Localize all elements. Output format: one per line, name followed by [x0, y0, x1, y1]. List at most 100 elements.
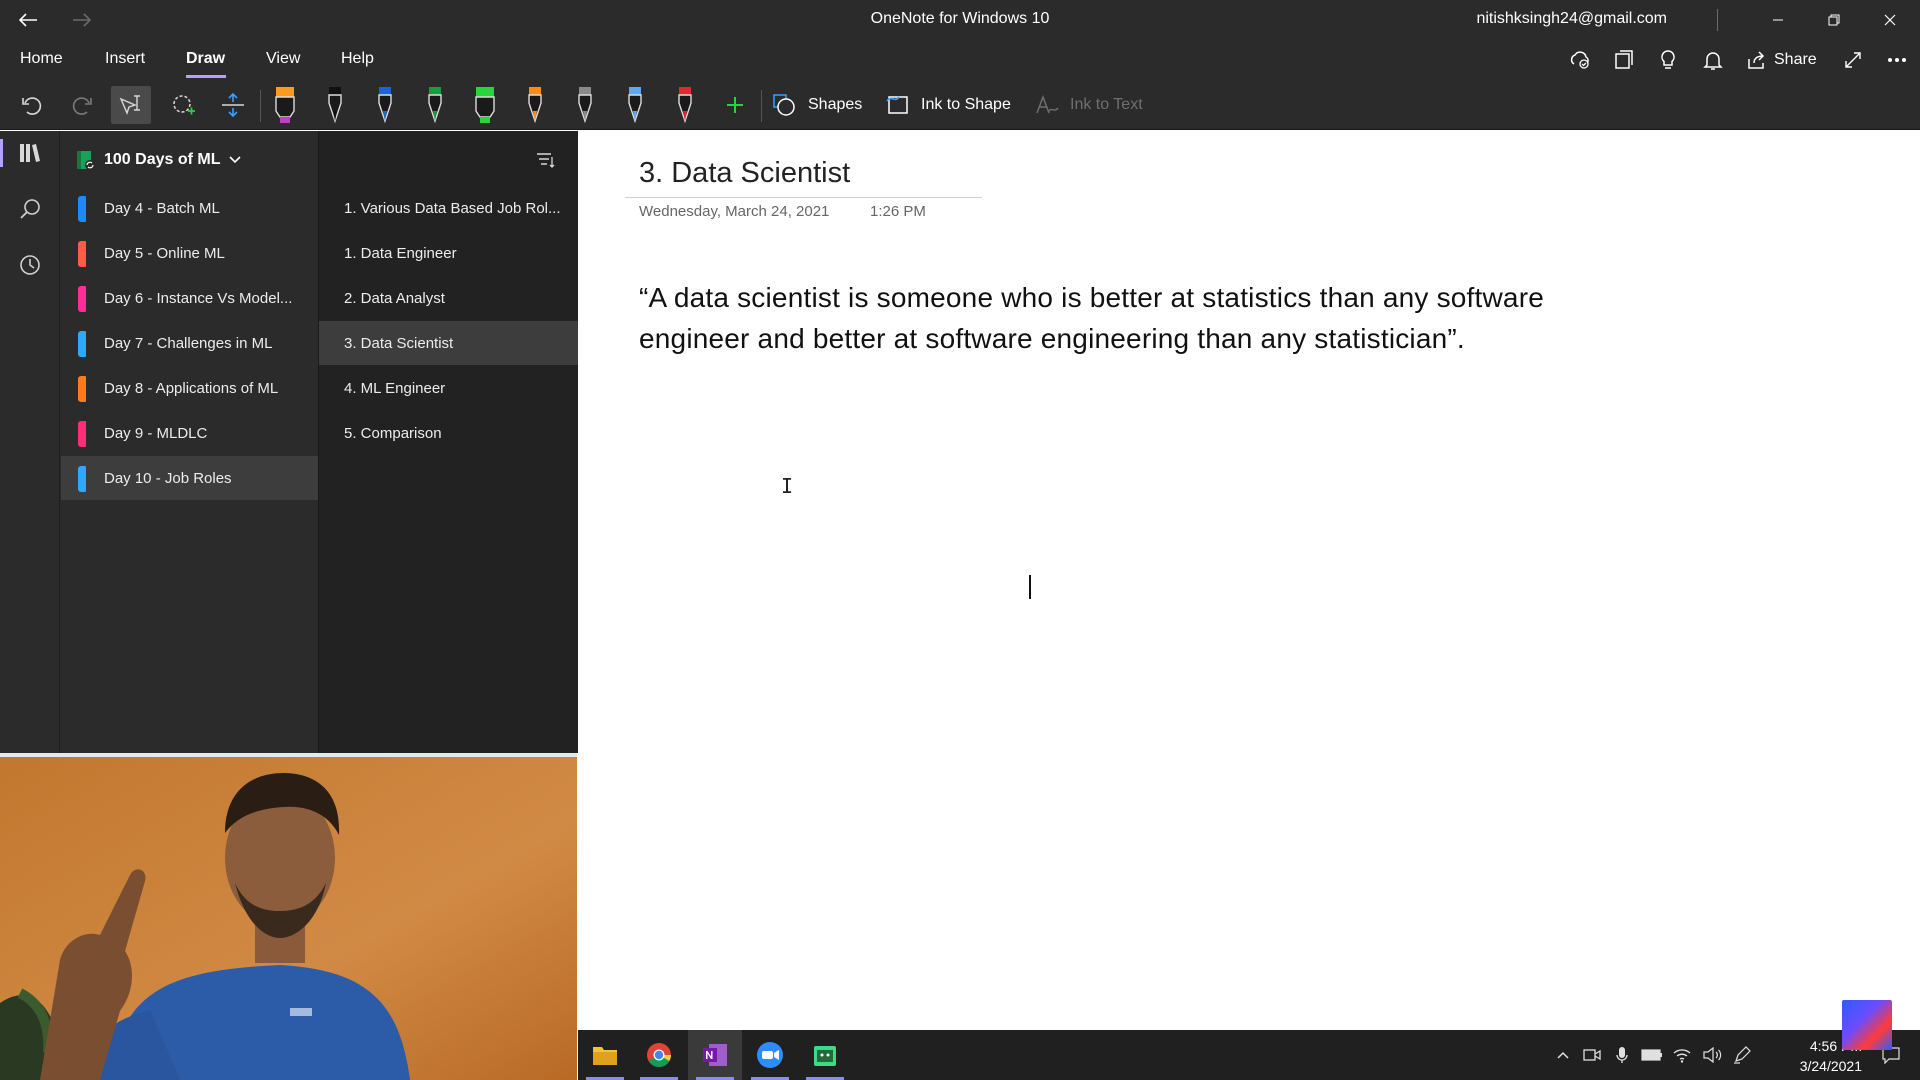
highlighter-icon [275, 87, 295, 123]
highlighter-button[interactable] [268, 83, 302, 127]
search-button[interactable] [8, 187, 52, 231]
sort-pages-button[interactable] [530, 145, 560, 175]
tab-help[interactable]: Help [341, 50, 374, 68]
insert-space-button[interactable] [213, 86, 253, 124]
taskbar-chrome[interactable] [632, 1030, 686, 1080]
page-item[interactable]: 5. Comparison [319, 411, 578, 455]
tab-insert[interactable]: Insert [105, 50, 145, 68]
clock-date: 3/24/2021 [1799, 1058, 1862, 1074]
section-item[interactable]: Day 6 - Instance Vs Model... [61, 276, 319, 320]
recording-widget[interactable] [1842, 1000, 1892, 1050]
page-item[interactable]: 2. Data Analyst [319, 276, 578, 320]
pen-button[interactable] [418, 83, 452, 127]
section-item[interactable]: Day 10 - Job Roles [61, 456, 319, 500]
shapes-icon [773, 94, 795, 116]
pen-icon [378, 87, 392, 124]
page-label: 3. Data Scientist [344, 334, 454, 352]
tab-view[interactable]: View [266, 50, 300, 68]
meet-now-button[interactable] [1581, 1044, 1603, 1066]
page-title[interactable]: 3. Data Scientist [639, 157, 850, 190]
section-color-tab [78, 331, 86, 357]
add-space-icon [173, 95, 195, 115]
page-label: 1. Various Data Based Job Rol... [344, 199, 561, 217]
page-item[interactable]: 1. Data Engineer [319, 231, 578, 275]
android-studio-icon [814, 1046, 836, 1066]
sync-button[interactable] [1565, 46, 1595, 74]
full-screen-button[interactable] [1838, 46, 1868, 74]
add-pen-button[interactable] [715, 86, 755, 124]
section-item[interactable]: Day 7 - Challenges in ML [61, 321, 319, 365]
taskbar-zoom[interactable] [743, 1030, 797, 1080]
note-body-text[interactable]: “A data scientist is someone who is bett… [639, 277, 1559, 359]
ribbon-divider [761, 90, 762, 122]
notebook-picker[interactable]: 100 Days of ML [74, 145, 242, 175]
more-icon [1888, 58, 1906, 62]
notebooks-button[interactable] [0, 131, 52, 175]
pen-button[interactable] [618, 83, 652, 127]
tab-home[interactable]: Home [20, 50, 63, 68]
webcam-overlay [0, 753, 577, 1080]
recent-notes-button[interactable] [8, 243, 52, 287]
sort-icon [537, 153, 555, 168]
section-color-tab [78, 241, 86, 267]
pen-icon [578, 87, 592, 124]
pen-button[interactable] [318, 83, 352, 127]
sections-pane: 100 Days of ML Day 4 - Batch ML Day 5 - O… [59, 131, 319, 753]
redo-button[interactable] [62, 86, 102, 124]
restore-button[interactable] [1806, 0, 1862, 40]
plus-icon [727, 97, 743, 113]
lasso-button[interactable] [163, 86, 203, 124]
notebook-button[interactable] [1609, 46, 1639, 74]
battery-button[interactable] [1641, 1044, 1663, 1066]
meet-now-icon [1583, 1049, 1601, 1061]
tell-me-button[interactable] [1653, 46, 1683, 74]
show-hidden-icons-button[interactable] [1552, 1044, 1574, 1066]
shapes-button[interactable]: Shapes [772, 88, 862, 122]
section-item[interactable]: Day 4 - Batch ML [61, 186, 319, 230]
pen-button[interactable] [568, 83, 602, 127]
page-label: 1. Data Engineer [344, 244, 457, 262]
more-options-button[interactable] [1882, 46, 1912, 74]
redo-icon [72, 97, 92, 115]
ink-to-shape-icon [886, 96, 908, 114]
lasso-select-button[interactable] [111, 86, 151, 124]
ink-to-shape-button[interactable]: Ink to Shape [885, 88, 1011, 122]
undo-icon [22, 97, 42, 115]
ink-to-shape-label: Ink to Shape [921, 96, 1011, 113]
active-tab-indicator [186, 75, 226, 78]
close-button[interactable] [1862, 0, 1918, 40]
taskbar-file-explorer[interactable] [578, 1030, 632, 1080]
section-item[interactable]: Day 8 - Applications of ML [61, 366, 319, 410]
page-canvas[interactable]: 3. Data Scientist Wednesday, March 24, 2… [578, 131, 1920, 1030]
taskbar-onenote[interactable] [688, 1030, 742, 1080]
minimize-button[interactable] [1750, 0, 1806, 40]
volume-button[interactable] [1701, 1044, 1723, 1066]
section-color-tab [78, 376, 86, 402]
lightbulb-icon [1661, 50, 1675, 69]
wifi-button[interactable] [1671, 1044, 1693, 1066]
share-button[interactable]: Share [1746, 46, 1817, 74]
menu-bar: Home Insert Draw View Help Share [0, 40, 1920, 80]
page-item[interactable]: 4. ML Engineer [319, 366, 578, 410]
page-item[interactable]: 1. Various Data Based Job Rol... [319, 186, 578, 230]
lasso-select-icon [119, 95, 140, 115]
highlighter-button[interactable] [468, 83, 502, 127]
page-item[interactable]: 3. Data Scientist [319, 321, 578, 365]
pen-button[interactable] [668, 83, 702, 127]
pen-button[interactable] [368, 83, 402, 127]
windows-ink-button[interactable] [1731, 1044, 1753, 1066]
ink-to-text-button[interactable]: Ink to Text [1034, 88, 1143, 122]
microphone-button[interactable] [1611, 1044, 1633, 1066]
notifications-button[interactable] [1698, 46, 1728, 74]
section-item[interactable]: Day 9 - MLDLC [61, 411, 319, 455]
undo-button[interactable] [12, 86, 52, 124]
section-color-tab [78, 421, 86, 447]
taskbar-android-studio[interactable] [798, 1030, 852, 1080]
pen-button[interactable] [518, 83, 552, 127]
tab-draw[interactable]: Draw [186, 50, 225, 68]
expand-icon [1845, 52, 1861, 68]
section-item[interactable]: Day 5 - Online ML [61, 231, 319, 275]
page-label: 5. Comparison [344, 424, 442, 442]
draw-ribbon: Shapes Ink to Shape Ink to Text [0, 80, 1920, 130]
account-email[interactable]: nitishksingh24@gmail.com [1476, 10, 1667, 28]
